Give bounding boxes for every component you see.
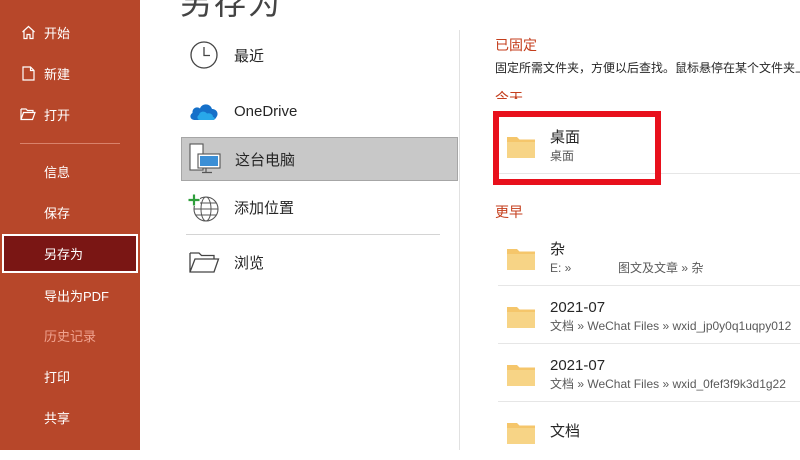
folder-name: 文档 <box>550 423 581 440</box>
location-label: 最近 <box>234 47 265 65</box>
sidebar-item-label: 历史记录 <box>44 328 97 344</box>
folder-path: 桌面 <box>550 148 575 163</box>
sidebar-item-save[interactable]: 保存 <box>0 194 140 230</box>
column-divider <box>459 30 460 450</box>
folder-icon <box>507 307 535 328</box>
backstage-sidebar: 开始 新建 打开 信息 保存 另存为 导出为PDF 历史记录 打印 共享 <box>0 0 140 450</box>
location-onedrive[interactable]: OneDrive <box>181 89 458 133</box>
locations-divider <box>186 234 440 235</box>
sidebar-item-label: 打开 <box>44 107 71 123</box>
folder-path: 文档 » WeChat Files » wxid_jp0y0q1uqpy012 <box>550 318 792 333</box>
folder-path: E: » 图文及文章 » 杂 <box>550 260 704 275</box>
folder-icon <box>507 365 535 386</box>
location-add-place[interactable]: 添加位置 <box>181 185 458 229</box>
location-recent[interactable]: 最近 <box>181 33 458 77</box>
this-pc-icon <box>188 142 222 176</box>
location-label: OneDrive <box>234 102 298 120</box>
sidebar-item-save-as[interactable]: 另存为 <box>2 234 138 273</box>
location-browse[interactable]: 浏览 <box>181 240 458 284</box>
add-location-globe-icon <box>187 190 221 224</box>
sidebar-item-label: 打印 <box>44 369 71 385</box>
folder-name: 杂 <box>550 240 566 258</box>
sidebar-item-label: 信息 <box>44 164 71 180</box>
location-label: 这台电脑 <box>235 151 296 169</box>
sidebar-item-info[interactable]: 信息 <box>0 153 140 189</box>
sidebar-item-label: 新建 <box>44 66 71 82</box>
sidebar-item-share[interactable]: 共享 <box>0 399 140 435</box>
sidebar-item-print[interactable]: 打印 <box>0 358 140 394</box>
folder-item[interactable]: 2021-07 文档 » WeChat Files » wxid_0fef3f9… <box>498 346 800 402</box>
sidebar-item-new[interactable]: 新建 <box>0 55 140 91</box>
location-this-pc[interactable]: 这台电脑 <box>181 137 458 181</box>
sidebar-item-home[interactable]: 开始 <box>0 14 140 50</box>
sidebar-item-history[interactable]: 历史记录 <box>0 317 140 353</box>
pinned-description: 固定所需文件夹，方便以后查找。鼠标悬停在某个文件夹上 <box>495 61 800 75</box>
page-title: 另存为 <box>180 0 283 21</box>
row-divider <box>498 285 800 286</box>
browse-folder-icon <box>187 245 221 279</box>
sidebar-item-open[interactable]: 打开 <box>0 96 140 132</box>
open-folder-icon <box>20 106 36 122</box>
folder-name: 2021-07 <box>550 356 606 374</box>
folder-name: 桌面 <box>550 128 581 146</box>
new-document-icon <box>20 65 36 81</box>
location-label: 添加位置 <box>234 199 295 217</box>
row-divider <box>498 173 800 174</box>
today-heading: 今天 <box>495 90 523 99</box>
row-divider <box>498 401 800 402</box>
pinned-heading: 已固定 <box>495 37 537 53</box>
folder-path: 文档 » WeChat Files » wxid_0fef3f9k3d1g22 <box>550 376 786 391</box>
folder-item[interactable]: 桌面 桌面 <box>498 118 800 174</box>
row-divider <box>498 343 800 344</box>
folder-icon <box>507 137 535 158</box>
folder-name: 2021-07 <box>550 298 606 316</box>
sidebar-item-label: 共享 <box>44 410 71 426</box>
folder-item[interactable]: 2021-07 文档 » WeChat Files » wxid_jp0y0q1… <box>498 288 800 344</box>
sidebar-item-label: 保存 <box>44 205 71 221</box>
clock-icon <box>187 38 221 72</box>
sidebar-item-label: 另存为 <box>44 247 84 262</box>
onedrive-cloud-icon <box>187 94 221 128</box>
folder-item[interactable]: 文档 <box>498 404 800 460</box>
folder-item[interactable]: 杂 E: » 图文及文章 » 杂 <box>498 230 800 286</box>
folder-icon <box>507 249 535 270</box>
sidebar-item-label: 开始 <box>44 25 71 41</box>
sidebar-item-label: 导出为PDF <box>44 288 110 304</box>
sidebar-divider <box>20 143 120 144</box>
folder-icon <box>507 423 535 444</box>
sidebar-item-export-pdf[interactable]: 导出为PDF <box>0 277 140 313</box>
location-label: 浏览 <box>234 254 265 272</box>
earlier-heading: 更早 <box>495 204 523 220</box>
home-icon <box>20 24 36 40</box>
